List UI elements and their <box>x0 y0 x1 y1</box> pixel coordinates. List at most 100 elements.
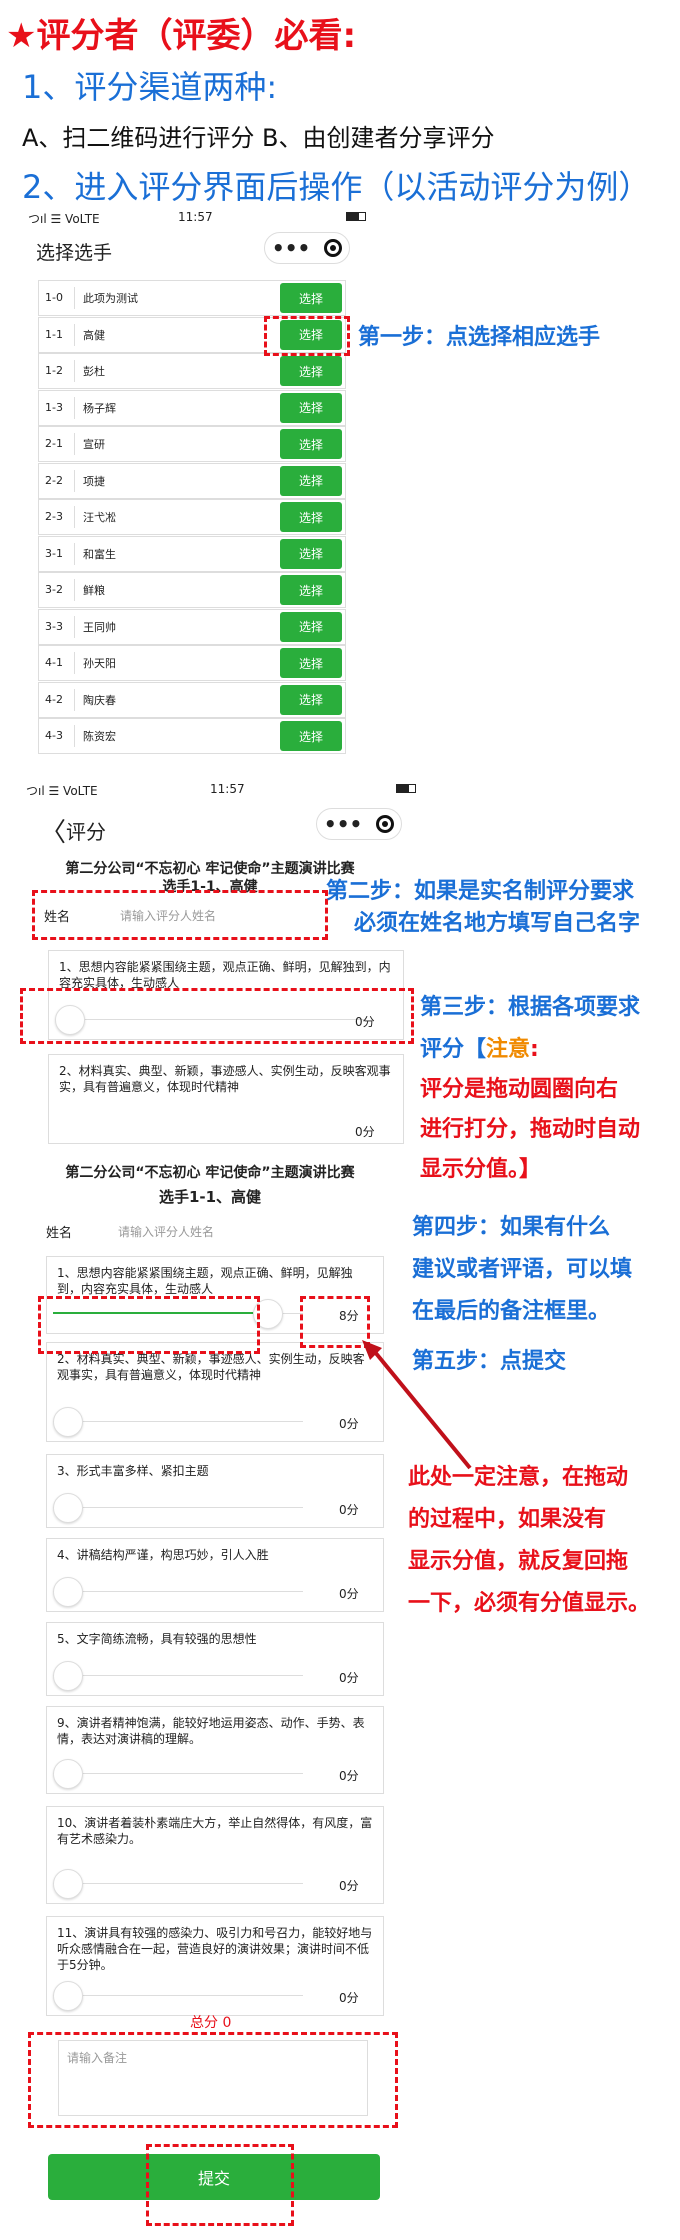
question-card: 3、形式丰富多样、紧扣主题 0分 <box>46 1454 384 1528</box>
mini-program-capsule[interactable]: ••• <box>316 808 402 840</box>
slider-knob[interactable] <box>53 1577 83 1607</box>
question-text: 2、材料真实、典型、新颖，事迹感人、实例生动，反映客观事实，具有普遍意义，体现时… <box>59 1064 391 1094</box>
back-icon[interactable]: 〈 <box>40 812 66 849</box>
question-text: 5、文字简练流畅，具有较强的思想性 <box>57 1632 257 1646</box>
step2-annotation-line2: 必须在姓名地方填写自己名字 <box>354 911 641 936</box>
slider-knob[interactable] <box>53 1759 83 1789</box>
contestant-code: 1-2 <box>39 360 75 382</box>
arrow-line <box>368 1344 472 1470</box>
list-item: 3-1 和富生 选择 <box>38 535 346 572</box>
contestant-name: 孙天阳 <box>83 657 116 670</box>
select-button[interactable]: 选择 <box>280 721 342 751</box>
channels-heading: 1、评分渠道两种: <box>22 68 278 106</box>
status-bar-signal: つıl ☰ VoLTE <box>26 784 98 798</box>
step4-annotation-line2: 建议或者评语，可以填 <box>412 1257 633 1282</box>
select-button[interactable]: 选择 <box>280 356 342 386</box>
score-slider[interactable] <box>53 1577 303 1607</box>
contestant-name: 彭杜 <box>83 365 105 378</box>
question-text: 11、演讲具有较强的感染力、吸引力和号召力，能较好地与听众感情融合在一起，营造良… <box>57 1926 373 1972</box>
step4-annotation-line3: 在最后的备注框里。 <box>412 1299 611 1324</box>
step3-annotation-line5: 显示分值。】 <box>420 1157 542 1182</box>
contestant-code: 1-3 <box>39 396 75 419</box>
list-item: 1-3 杨子辉 选择 <box>38 389 346 426</box>
close-icon[interactable] <box>324 239 343 257</box>
contestant-name: 高健 <box>83 328 105 342</box>
score-slider[interactable] <box>53 1981 303 2011</box>
contestant-name: 宣研 <box>83 438 105 451</box>
slider-knob[interactable] <box>53 1661 83 1691</box>
list-item: 3-3 王同帅 选择 <box>38 608 346 645</box>
step3-annotation-line2: 评分【注意: <box>420 1037 539 1062</box>
score-slider[interactable] <box>53 1493 303 1523</box>
question-card: 11、演讲具有较强的感染力、吸引力和号召力，能较好地与听众感情融合在一起，营造良… <box>46 1916 384 2016</box>
select-button[interactable]: 选择 <box>280 648 342 678</box>
contestant-code: 2-3 <box>39 506 75 528</box>
list-item: 3-2 鲜粮 选择 <box>38 572 346 608</box>
list-item: 1-0 此项为测试 选择 <box>38 280 346 316</box>
question-card: 2、材料真实、典型、新颖，事迹感人、实例生动，反映客观事实，具有普遍意义，体现时… <box>46 1342 384 1442</box>
operation-heading: 2、进入评分界面后操作（以活动评分为例） <box>22 168 651 206</box>
select-button[interactable]: 选择 <box>280 538 342 569</box>
select-button[interactable]: 选择 <box>280 392 342 423</box>
question-text: 9、演讲者精神饱满，能较好地运用姿态、动作、手势、表情，表达对演讲稿的理解。 <box>57 1716 365 1746</box>
mini-program-capsule[interactable]: ••• <box>264 232 350 264</box>
contestant-name: 和富生 <box>83 547 116 561</box>
arrow-icon <box>362 1340 472 1470</box>
score-value: 0分 <box>339 1417 359 1431</box>
close-icon[interactable] <box>376 815 395 833</box>
score-slider[interactable] <box>53 1869 303 1899</box>
list-item: 1-2 彭杜 选择 <box>38 353 346 389</box>
score-slider[interactable] <box>53 1759 303 1789</box>
battery-icon <box>396 784 416 793</box>
question-card: 10、演讲者着装朴素端庄大方，举止自然得体，有风度，富有艺术感染力。 0分 <box>46 1806 384 1904</box>
contestant-code: 3-2 <box>39 579 75 601</box>
step1-annotation: 第一步：点选择相应选手 <box>358 325 601 350</box>
total-score: 总分 0 <box>190 2015 232 2031</box>
list-item: 4-2 陶庆春 选择 <box>38 681 346 718</box>
step3-annotation-line4: 进行打分，拖动时自动 <box>420 1117 641 1142</box>
slider-knob[interactable] <box>53 1981 83 2011</box>
more-icon[interactable]: ••• <box>272 236 310 260</box>
status-bar-signal: つıl ☰ VoLTE <box>28 212 100 226</box>
contestant-name: 王同帅 <box>83 620 116 634</box>
select-button[interactable]: 选择 <box>280 502 342 532</box>
name-input[interactable]: 请输入评分人姓名 <box>118 1223 214 1240</box>
contestant-code: 2-2 <box>39 469 75 492</box>
question-card: 9、演讲者精神饱满，能较好地运用姿态、动作、手势、表情，表达对演讲稿的理解。 0分 <box>46 1706 384 1794</box>
score-value: 0分 <box>339 1879 359 1893</box>
name-label: 姓名 <box>44 910 71 925</box>
score-slider[interactable] <box>53 1407 303 1437</box>
select-button[interactable]: 选择 <box>280 429 342 459</box>
highlight-dragged-slider <box>38 1296 260 1354</box>
score-value: 0分 <box>339 1503 359 1517</box>
status-bar-time: 11:57 <box>210 782 245 796</box>
question-text: 1、思想内容能紧紧围绕主题，观点正确、鲜明，见解独到，内容充实具体，生动感人 <box>59 960 391 990</box>
name-label: 姓名 <box>46 1226 73 1241</box>
remark-placeholder: 请输入备注 <box>67 2051 128 2065</box>
select-button[interactable]: 选择 <box>280 283 342 313</box>
select-button[interactable]: 选择 <box>280 465 342 496</box>
slider-knob[interactable] <box>53 1869 83 1899</box>
page-title: 选择选手 <box>36 242 113 264</box>
score-slider[interactable] <box>53 1661 303 1691</box>
select-button[interactable]: 选择 <box>280 611 342 642</box>
remark-textarea[interactable]: 请输入备注 <box>58 2040 368 2116</box>
contestant-name: 陶庆春 <box>83 693 116 707</box>
warning-line2: 的过程中，如果没有 <box>408 1507 607 1532</box>
question-card: 5、文字简练流畅，具有较强的思想性 0分 <box>46 1622 384 1696</box>
channels-options: A、扫二维码进行评分 B、由创建者分享评分 <box>22 124 495 152</box>
select-button[interactable]: 选择 <box>280 684 342 715</box>
contestant-code: 3-1 <box>39 542 75 565</box>
select-button[interactable]: 选择 <box>280 575 342 605</box>
score-value: 0分 <box>355 1125 375 1139</box>
more-icon[interactable]: ••• <box>324 812 362 836</box>
contestant-name: 此项为测试 <box>83 292 138 305</box>
contestant-name: 项捷 <box>83 474 105 488</box>
slider-knob[interactable] <box>53 1407 83 1437</box>
name-input[interactable]: 请输入评分人姓名 <box>120 907 216 924</box>
contestant-code: 4-3 <box>39 725 75 747</box>
contestant-code: 1-1 <box>39 323 75 346</box>
slider-knob[interactable] <box>53 1493 83 1523</box>
question-text: 3、形式丰富多样、紧扣主题 <box>57 1464 209 1478</box>
page-title: 评分 <box>66 820 106 844</box>
